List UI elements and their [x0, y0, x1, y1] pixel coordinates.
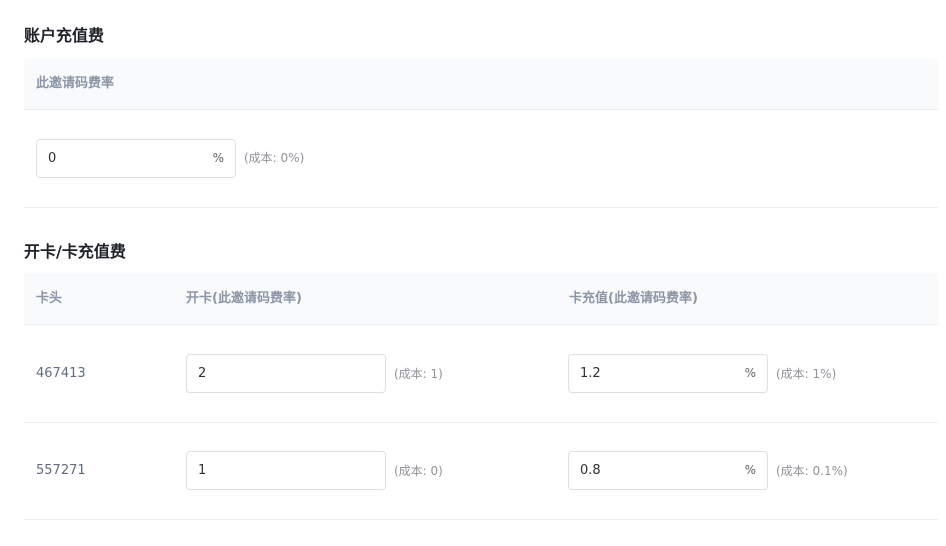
- open-card-rate-input[interactable]: 2: [186, 354, 386, 393]
- recharge-rate-value: 0.8: [580, 463, 601, 478]
- divider: [24, 519, 938, 520]
- divider: [24, 422, 938, 423]
- account-cost-note: (成本: 0%): [244, 151, 305, 165]
- header-open-card-rate: 开卡(此邀请码费率): [186, 291, 302, 306]
- recharge-rate-input[interactable]: 0.8 %: [568, 451, 768, 490]
- account-rate-input[interactable]: 0 %: [36, 139, 236, 178]
- open-card-cost-note: (成本: 1): [394, 367, 443, 381]
- card-fee-table-header: 卡头 开卡(此邀请码费率) 卡充值(此邀请码费率): [24, 273, 938, 325]
- recharge-rate-value: 1.2: [580, 366, 601, 381]
- recharge-cost-note: (成本: 0.1%): [776, 464, 848, 478]
- account-fee-table-header: 此邀请码费率: [24, 58, 938, 110]
- account-fee-title: 账户充值费: [24, 26, 105, 45]
- percent-suffix: %: [744, 366, 756, 380]
- header-card-recharge-rate: 卡充值(此邀请码费率): [569, 291, 698, 306]
- card-bin: 467413: [36, 366, 86, 381]
- open-card-rate-input[interactable]: 1: [186, 451, 386, 490]
- open-card-rate-value: 1: [198, 463, 207, 478]
- card-bin: 557271: [36, 463, 86, 478]
- open-card-cost-note: (成本: 0): [394, 464, 443, 478]
- card-fee-title: 开卡/卡充值费: [24, 242, 126, 261]
- account-rate-value: 0: [48, 151, 57, 166]
- header-card-bin: 卡头: [36, 291, 63, 306]
- recharge-cost-note: (成本: 1%): [776, 367, 837, 381]
- percent-suffix: %: [212, 151, 224, 165]
- open-card-rate-value: 2: [198, 366, 207, 381]
- header-invite-rate: 此邀请码费率: [36, 76, 115, 91]
- percent-suffix: %: [744, 463, 756, 477]
- recharge-rate-input[interactable]: 1.2 %: [568, 354, 768, 393]
- divider: [24, 207, 938, 208]
